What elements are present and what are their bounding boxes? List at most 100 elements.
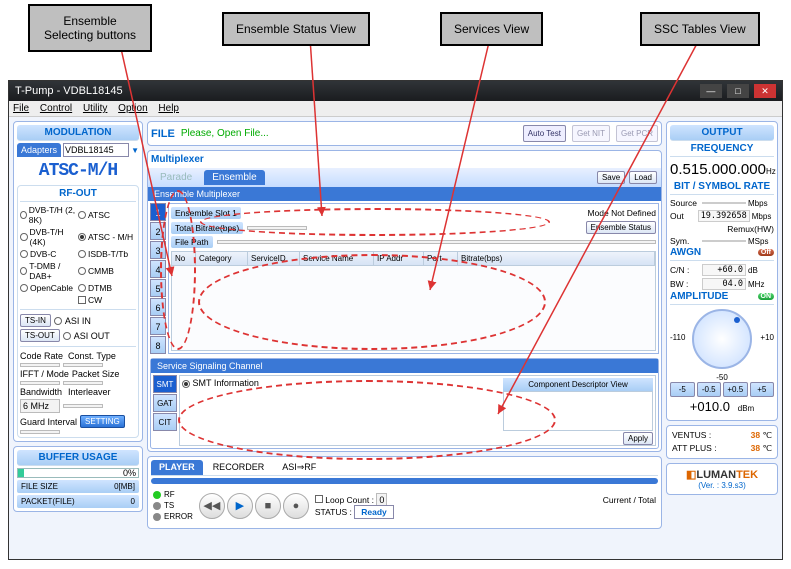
maximize-button[interactable]: □ bbox=[727, 84, 749, 98]
rewind-button[interactable]: ◀◀ bbox=[199, 493, 225, 519]
play-button[interactable]: ▶ bbox=[227, 493, 253, 519]
radio-atsc[interactable]: ATSC bbox=[88, 210, 110, 220]
setting-button[interactable]: SETTING bbox=[80, 415, 125, 428]
led-rf-icon bbox=[153, 491, 161, 499]
ens-slot-6[interactable]: 6 bbox=[150, 298, 166, 316]
check-cw[interactable]: CW bbox=[88, 295, 102, 305]
radio-dvbt4k[interactable]: DVB-T/H (4K) bbox=[30, 227, 78, 247]
menu-utility[interactable]: Utility bbox=[83, 103, 107, 114]
ens-slot-5[interactable]: 5 bbox=[150, 279, 166, 297]
menu-control[interactable]: Control bbox=[40, 103, 72, 114]
tab-recorder[interactable]: RECORDER bbox=[205, 460, 273, 475]
load-button[interactable]: Load bbox=[629, 171, 657, 184]
player-progress[interactable] bbox=[151, 478, 658, 484]
ens-slot-3[interactable]: 3 bbox=[150, 241, 166, 259]
radio-tdmb[interactable]: T-DMB / DAB+ bbox=[29, 261, 78, 281]
packet-field[interactable] bbox=[63, 381, 103, 385]
ens-slot-8[interactable]: 8 bbox=[150, 336, 166, 354]
radio-cmmb[interactable]: CMMB bbox=[88, 266, 114, 276]
ens-slot-1[interactable]: 1 bbox=[150, 203, 166, 221]
out-label: Out bbox=[670, 211, 696, 221]
freq-value[interactable]: 0.515.000.000 bbox=[670, 161, 766, 178]
bwawgn-value[interactable]: 04.0 bbox=[702, 278, 746, 290]
radio-opencable[interactable]: OpenCable bbox=[30, 283, 73, 293]
step-plus5[interactable]: +5 bbox=[750, 382, 775, 397]
loop-check[interactable] bbox=[315, 495, 323, 503]
tab-parade[interactable]: Parade bbox=[152, 170, 200, 185]
autotest-button[interactable]: Auto Test bbox=[523, 125, 566, 142]
radio-atscmh[interactable]: ATSC - M/H bbox=[88, 232, 133, 242]
ens-slot-7[interactable]: 7 bbox=[150, 317, 166, 335]
menu-option[interactable]: Option bbox=[118, 103, 147, 114]
save-button[interactable]: Save bbox=[597, 171, 625, 184]
open-file-message[interactable]: Please, Open File... bbox=[181, 128, 517, 139]
total-bitrate-field[interactable] bbox=[247, 226, 307, 230]
tab-asirf[interactable]: ASI⇒RF bbox=[274, 460, 324, 475]
radio-isdbt[interactable]: ISDB-T/Tb bbox=[88, 249, 128, 259]
amp-value[interactable]: +010.0 bbox=[690, 399, 730, 414]
att-label: ATT PLUS : bbox=[672, 443, 717, 454]
consttype-field[interactable] bbox=[63, 363, 103, 367]
out-value[interactable]: 19.392658 bbox=[698, 210, 750, 222]
step-minus05[interactable]: -0.5 bbox=[697, 382, 722, 397]
ssc-tab-cit[interactable]: CIT bbox=[153, 413, 177, 431]
step-minus5[interactable]: -5 bbox=[670, 382, 695, 397]
step-plus05[interactable]: +0.5 bbox=[723, 382, 748, 397]
stop-button[interactable]: ■ bbox=[255, 493, 281, 519]
comp-desc-area[interactable] bbox=[503, 391, 653, 431]
current-total-label: Current / Total bbox=[603, 495, 656, 505]
close-button[interactable]: ✕ bbox=[754, 84, 776, 98]
apply-button[interactable]: Apply bbox=[623, 432, 653, 445]
radio-dvbt2k[interactable]: DVB-T/H (2, 8K) bbox=[29, 205, 78, 225]
window-buttons: — □ ✕ bbox=[698, 84, 776, 98]
minimize-button[interactable]: — bbox=[700, 84, 722, 98]
transport-controls: ◀◀ ▶ ■ ● bbox=[199, 493, 309, 519]
adapter-select[interactable]: VDBL18145 bbox=[63, 143, 129, 157]
getnit-button[interactable]: Get NIT bbox=[572, 125, 610, 142]
sym-value[interactable] bbox=[702, 240, 746, 242]
radio-dvbc[interactable]: DVB-C bbox=[30, 249, 56, 259]
menu-help[interactable]: Help bbox=[158, 103, 179, 114]
getpcr-button[interactable]: Get PCR bbox=[616, 125, 658, 142]
tsin-button[interactable]: TS-IN bbox=[20, 314, 51, 327]
amplitude-knob[interactable] bbox=[692, 309, 752, 369]
ssc-tab-smt[interactable]: SMT bbox=[153, 375, 177, 393]
tsout-button[interactable]: TS-OUT bbox=[20, 329, 60, 342]
coderate-field[interactable] bbox=[20, 363, 60, 367]
tab-ensemble[interactable]: Ensemble bbox=[204, 170, 264, 185]
model-display: ATSC-M/H bbox=[17, 157, 139, 185]
adapters-tab[interactable]: Adapters bbox=[17, 143, 61, 157]
menu-file[interactable]: File bbox=[13, 103, 29, 114]
radio-dtmb[interactable]: DTMB bbox=[88, 283, 112, 293]
services-table-body[interactable] bbox=[171, 266, 656, 351]
radio-asiout[interactable]: ASI OUT bbox=[74, 331, 110, 341]
filepath-field[interactable] bbox=[217, 240, 656, 244]
brand-logo: ◧LUMANTEK bbox=[667, 468, 777, 481]
guard-field[interactable] bbox=[20, 430, 60, 434]
right-column: OUTPUT FREQUENCY 0.515.000.000Hz BIT / S… bbox=[666, 121, 778, 529]
ifft-field[interactable] bbox=[20, 381, 60, 385]
interleaver-field[interactable] bbox=[63, 404, 103, 408]
cn-value[interactable]: +60.0 bbox=[702, 264, 746, 276]
ensemble-status-button[interactable]: Ensemble Status bbox=[586, 221, 656, 234]
modulation-title: MODULATION bbox=[17, 125, 139, 141]
ssc-tab-gat[interactable]: GAT bbox=[153, 394, 177, 412]
source-value[interactable] bbox=[702, 202, 746, 204]
menubar: File Control Utility Option Help bbox=[9, 101, 782, 117]
tab-player[interactable]: PLAYER bbox=[151, 460, 203, 475]
awgn-title: AWGN bbox=[670, 247, 701, 258]
radio-asiin[interactable]: ASI IN bbox=[65, 316, 91, 326]
bandwidth-field[interactable]: 6 MHz bbox=[20, 399, 60, 413]
ens-slot-2[interactable]: 2 bbox=[150, 222, 166, 240]
ens-slot-4[interactable]: 4 bbox=[150, 260, 166, 278]
amp-toggle[interactable]: ON bbox=[758, 293, 775, 300]
status-label: STATUS : bbox=[315, 507, 352, 517]
ssc-main: SMT Information Component Descriptor Vie… bbox=[179, 375, 656, 446]
led-ts-icon bbox=[153, 502, 161, 510]
record-button[interactable]: ● bbox=[283, 493, 309, 519]
smt-info-label[interactable]: SMT Information bbox=[193, 378, 259, 388]
adapter-dropdown-icon[interactable]: ▼ bbox=[131, 146, 139, 155]
awgn-toggle[interactable]: Off bbox=[758, 249, 774, 256]
filesize-label: FILE SIZE bbox=[21, 482, 58, 491]
packetfile-value: 0 bbox=[131, 497, 135, 506]
